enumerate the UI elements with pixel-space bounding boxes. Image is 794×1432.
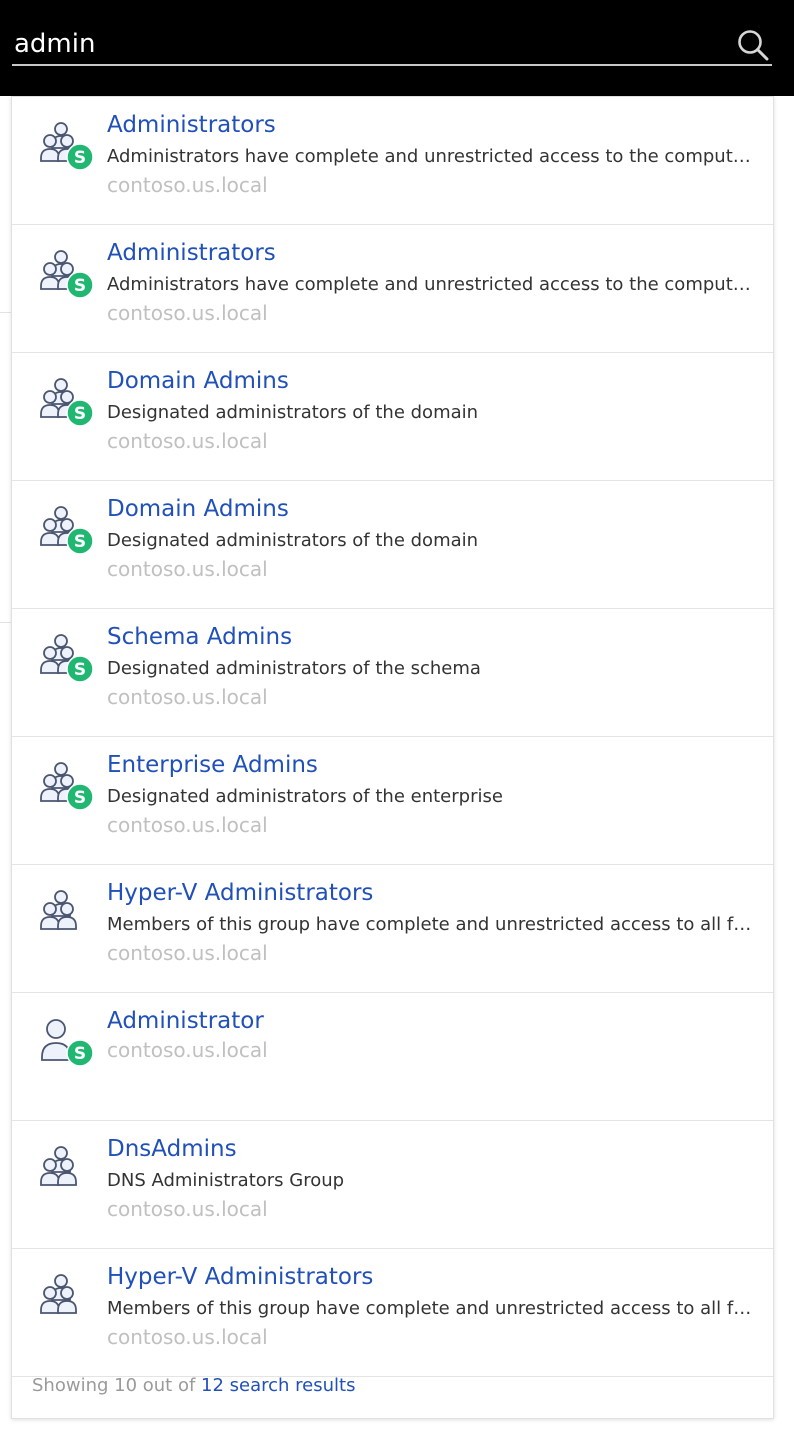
result-description: Designated administrators of the domain [107,402,479,423]
search-results-dropdown: Showing 10 out of 12 search results S Adm… [11,96,774,1419]
result-description: Members of this group have complete and … [107,914,759,935]
result-domain: contoso.us.local [107,301,268,325]
security-badge-icon: S [66,783,94,811]
result-description: Designated administrators of the enterpr… [107,786,503,807]
result-description: Administrators have complete and unrestr… [107,274,759,295]
result-domain: contoso.us.local [107,557,268,581]
group-security-icon: S [30,119,94,175]
result-description: Members of this group have complete and … [107,1298,759,1319]
result-title[interactable]: DnsAdmins [107,1136,237,1162]
search-result-item[interactable]: S Administrators Administrators have compl… [12,225,773,353]
group-security-icon: S [30,503,94,559]
result-domain: contoso.us.local [107,173,268,197]
result-domain: contoso.us.local [107,685,268,709]
search-icon[interactable] [736,28,770,62]
search-result-item[interactable]: S Enterprise Admins Designated administrat… [12,737,773,865]
results-count-text: Showing 10 out of 12 search results [32,1375,355,1396]
group-security-icon: S [30,759,94,815]
security-badge-icon: S [66,399,94,427]
result-domain: contoso.us.local [107,1197,268,1221]
results-count-prefix: Showing 10 out of [32,1375,202,1396]
search-result-item[interactable]: S Domain Admins Designated administrators … [12,353,773,481]
result-title[interactable]: Administrators [107,240,276,266]
security-badge-icon: S [66,271,94,299]
svg-text:S: S [74,532,86,552]
security-badge-icon: S [66,527,94,555]
result-domain: contoso.us.local [107,1038,268,1062]
result-domain: contoso.us.local [107,429,268,453]
svg-text:S: S [74,1044,86,1064]
search-result-item[interactable]: S Administrator contoso.us.local [12,993,773,1121]
result-description: DNS Administrators Group [107,1170,345,1191]
result-title[interactable]: Domain Admins [107,496,289,522]
security-badge-icon: S [66,1039,94,1067]
result-title[interactable]: Enterprise Admins [107,752,318,778]
result-title[interactable]: Domain Admins [107,368,289,394]
group-icon [30,1143,92,1199]
group-icon [30,887,92,943]
result-title[interactable]: Hyper-V Administrators [107,1264,373,1290]
result-description: Designated administrators of the schema [107,658,481,679]
search-result-item[interactable]: Hyper-V Administrators Members of this gr… [12,865,773,993]
search-result-item[interactable]: S Schema Admins Designated administrators … [12,609,773,737]
result-title[interactable]: Administrator [107,1008,264,1034]
group-security-icon: S [30,375,94,431]
result-title[interactable]: Administrators [107,112,276,138]
all-results-link[interactable]: 12 search results [201,1375,355,1396]
svg-text:S: S [74,660,86,680]
group-security-icon: S [30,247,94,303]
result-title[interactable]: Schema Admins [107,624,292,650]
result-title[interactable]: Hyper-V Administrators [107,880,373,906]
svg-text:S: S [74,788,86,808]
search-result-item[interactable]: S Domain Admins Designated administrators … [12,481,773,609]
result-description: Designated administrators of the domain [107,530,479,551]
group-icon [30,1271,92,1327]
user-security-icon: S [30,1015,94,1071]
result-description: Administrators have complete and unrestr… [107,146,759,167]
search-header [0,0,794,96]
security-badge-icon: S [66,143,94,171]
search-result-item[interactable]: S Administrators Administrators have compl… [12,97,773,225]
group-security-icon: S [30,631,94,687]
security-badge-icon: S [66,655,94,683]
svg-text:S: S [74,404,86,424]
search-underline [12,64,772,66]
search-result-item[interactable]: DnsAdmins DNS Administrators Group contoso… [12,1121,773,1249]
result-domain: contoso.us.local [107,941,268,965]
search-input[interactable] [12,24,726,64]
svg-text:S: S [74,276,86,296]
search-result-item[interactable]: Hyper-V Administrators Members of this gr… [12,1249,773,1377]
result-domain: contoso.us.local [107,1325,268,1349]
svg-text:S: S [74,148,86,168]
result-domain: contoso.us.local [107,813,268,837]
